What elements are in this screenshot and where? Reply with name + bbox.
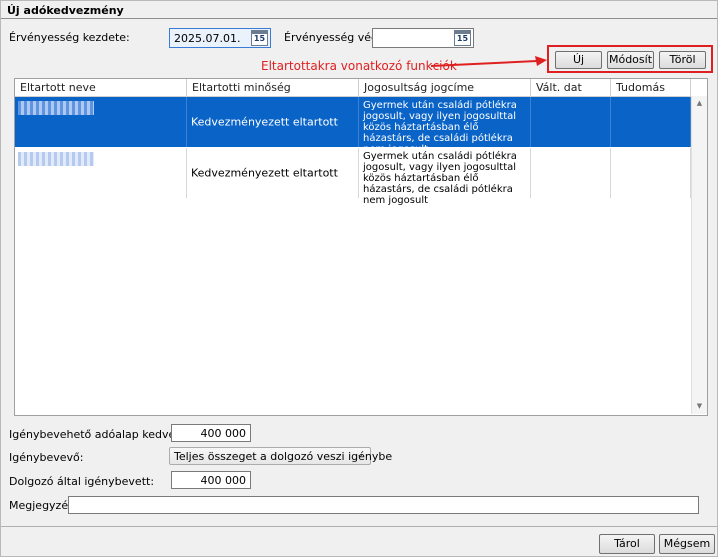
scroll-up-icon[interactable]: ▲ [692, 96, 707, 111]
dependents-table[interactable]: Eltartott neve Eltartotti minőség Jogosu… [14, 78, 708, 416]
dialog-window: Új adókedvezmény Érvényesség kezdete: 20… [0, 0, 718, 557]
redacted-name [18, 101, 94, 115]
claimant-label: Igénybevevő: [9, 451, 84, 464]
modify-button[interactable]: Módosít [607, 51, 654, 69]
column-header-quality[interactable]: Eltartotti minőség [187, 79, 359, 96]
cancel-button[interactable]: Mégsem [659, 534, 715, 554]
cell-quality: Kedvezményezett eltartott [187, 148, 359, 198]
redacted-name [18, 152, 94, 166]
validity-start-field[interactable]: 2025.07.01. 15 [169, 28, 271, 48]
base-allowance-input[interactable]: 400 000 [171, 424, 251, 442]
save-button[interactable]: Tárol [599, 534, 655, 554]
title-divider [1, 18, 717, 19]
employee-claimed-input[interactable]: 400 000 [171, 471, 251, 489]
validity-start-value: 2025.07.01. [174, 32, 241, 45]
employee-claimed-label: Dolgozó által igénybevett: [9, 475, 155, 488]
cell-knowledge [611, 97, 691, 147]
validity-start-label: Érvényesség kezdete: [9, 31, 130, 44]
cell-name [15, 97, 187, 147]
cell-name [15, 148, 187, 198]
cell-change-date [531, 97, 611, 147]
delete-button[interactable]: Töröl [659, 51, 706, 69]
annotation-label: Eltartottakra vonatkozó funkciók [261, 59, 457, 73]
new-button[interactable]: Új [555, 51, 602, 69]
validity-end-field[interactable]: 15 [372, 28, 474, 48]
annotation-arrow-icon [431, 56, 547, 67]
column-header-change-date[interactable]: Vált. dat [531, 79, 611, 96]
chevron-down-icon: ⌄ [356, 450, 364, 460]
cell-entitlement: Gyermek után családi pótlékra jogosult, … [359, 148, 531, 206]
cell-quality: Kedvezményezett eltartott [187, 97, 359, 147]
column-header-name[interactable]: Eltartott neve [15, 79, 187, 96]
column-header-entitlement[interactable]: Jogosultság jogcíme [359, 79, 531, 96]
scroll-down-icon[interactable]: ▼ [692, 399, 707, 414]
cell-entitlement: Gyermek után családi pótlékra jogosult, … [359, 97, 531, 155]
claimant-select[interactable]: Teljes összeget a dolgozó veszi igénybe … [169, 447, 392, 465]
column-header-knowledge[interactable]: Tudomás [611, 79, 691, 96]
cell-knowledge [611, 148, 691, 198]
cell-change-date [531, 148, 611, 198]
footer-divider [1, 526, 717, 527]
table-row[interactable]: Kedvezményezett eltartott Gyermek után c… [15, 97, 691, 155]
note-input[interactable] [68, 496, 699, 514]
dialog-title: Új adókedvezmény [7, 4, 124, 17]
table-header: Eltartott neve Eltartotti minőség Jogosu… [15, 79, 707, 97]
table-vertical-scrollbar[interactable]: ▲ ▼ [691, 96, 707, 414]
calendar-icon[interactable]: 15 [454, 30, 471, 46]
calendar-icon[interactable]: 15 [251, 30, 268, 46]
table-row[interactable]: Kedvezményezett eltartott Gyermek után c… [15, 148, 691, 206]
